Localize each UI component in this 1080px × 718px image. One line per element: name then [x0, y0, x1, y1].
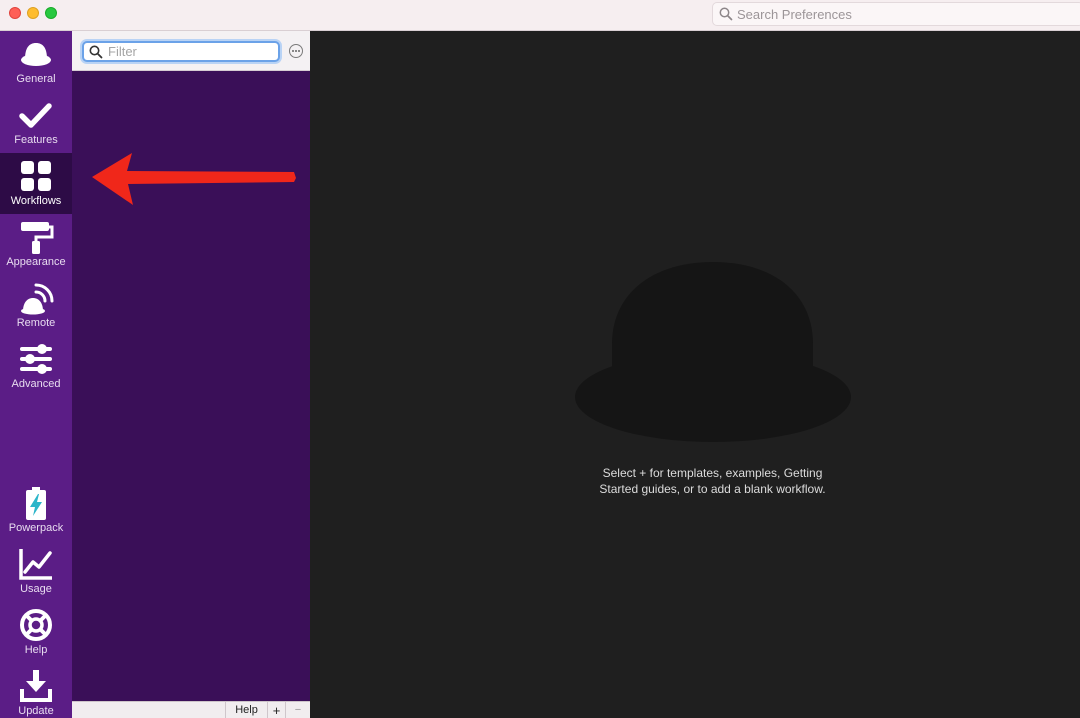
add-workflow-button[interactable]: + — [267, 702, 285, 718]
sidebar-item-help[interactable]: Help — [0, 602, 72, 663]
help-button[interactable]: Help — [225, 702, 267, 718]
empty-state-line: Select + for templates, examples, Gettin… — [602, 466, 823, 480]
remote-icon — [21, 283, 54, 315]
sidebar-item-label: Update — [18, 705, 54, 717]
filter-input[interactable] — [108, 43, 273, 60]
line-chart-icon — [19, 549, 52, 580]
lifebuoy-icon — [20, 609, 52, 641]
search-preferences-input[interactable] — [737, 5, 1067, 23]
zoom-window-button[interactable] — [45, 7, 57, 19]
sidebar-item-label: Usage — [20, 583, 52, 595]
empty-state-message: Select + for templates, examples, Gettin… — [545, 465, 880, 497]
download-icon — [20, 670, 52, 702]
sidebar-item-label: Workflows — [10, 195, 62, 207]
sidebar-item-advanced[interactable]: Advanced — [0, 336, 72, 397]
sidebar-item-remote[interactable]: Remote — [0, 275, 72, 336]
sliders-icon — [20, 344, 52, 374]
sidebar-item-label: General — [16, 73, 56, 85]
workflow-list-panel: Help + − — [72, 31, 310, 718]
grid-icon — [21, 161, 51, 191]
preferences-window: General Features Workflows Appearan — [0, 0, 1080, 718]
sidebar-item-label: Features — [14, 134, 58, 146]
sidebar-item-features[interactable]: Features — [0, 92, 72, 153]
title-bar — [0, 0, 1080, 31]
preferences-sidebar: General Features Workflows Appearance Re… — [0, 31, 72, 718]
sidebar-item-label: Help — [24, 644, 48, 656]
sidebar-item-label: Appearance — [6, 256, 66, 268]
sidebar-item-label: Remote — [16, 317, 56, 329]
minimize-window-button[interactable] — [27, 7, 39, 19]
paint-roller-icon — [21, 222, 54, 254]
workflow-editor-pane: Select + for templates, examples, Gettin… — [310, 31, 1080, 718]
sidebar-item-powerpack[interactable]: Powerpack — [0, 480, 72, 541]
filter-field[interactable] — [82, 41, 280, 62]
sidebar-item-workflows[interactable]: Workflows — [0, 153, 72, 214]
search-icon — [719, 7, 733, 21]
sidebar-item-update[interactable]: Update — [0, 663, 72, 718]
sidebar-item-usage[interactable]: Usage — [0, 541, 72, 602]
checkmark-icon — [19, 103, 52, 128]
sidebar-item-appearance[interactable]: Appearance — [0, 214, 72, 275]
sidebar-item-label: Advanced — [11, 378, 61, 390]
sidebar-item-label: Powerpack — [8, 522, 64, 534]
search-icon — [89, 45, 103, 59]
workflow-list-footer: Help + − — [72, 701, 310, 718]
battery-bolt-icon — [26, 487, 46, 520]
sidebar-item-general[interactable]: General — [0, 31, 72, 92]
more-options-button[interactable] — [289, 44, 303, 58]
search-preferences-field[interactable] — [712, 2, 1080, 26]
alfred-hat-placeholder-icon — [575, 262, 851, 442]
close-window-button[interactable] — [9, 7, 21, 19]
red-arrow-annotation — [92, 153, 296, 205]
empty-state-line: Started guides, or to add a blank workfl… — [599, 482, 826, 496]
filter-bar — [72, 31, 310, 71]
hat-icon — [21, 43, 51, 66]
remove-workflow-button[interactable]: − — [285, 702, 310, 718]
